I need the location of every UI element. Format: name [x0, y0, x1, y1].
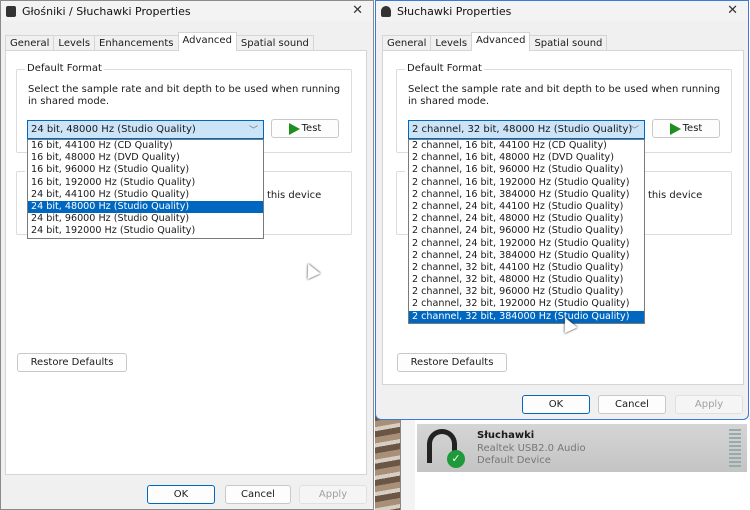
dropdown-option[interactable]: 2 channel, 24 bit, 48000 Hz (Studio Qual… [409, 213, 644, 225]
dropdown-option[interactable]: 2 channel, 32 bit, 44100 Hz (Studio Qual… [409, 262, 644, 274]
device-row[interactable]: ✓ Słuchawki Realtek USB2.0 Audio Default… [417, 424, 747, 472]
desktop-wallpaper [375, 415, 400, 510]
dropdown-option[interactable]: 2 channel, 32 bit, 384000 Hz (Studio Qua… [409, 310, 644, 323]
dropdown-option[interactable]: 24 bit, 48000 Hz (Studio Quality) [28, 200, 263, 214]
dropdown-option[interactable]: 16 bit, 96000 Hz (Studio Quality) [28, 164, 263, 176]
dropdown-option[interactable]: 2 channel, 24 bit, 192000 Hz (Studio Qua… [409, 238, 644, 250]
dropdown-option[interactable]: 16 bit, 44100 Hz (CD Quality) [28, 140, 263, 152]
window-title: Głośniki / Słuchawki Properties [22, 4, 191, 18]
dropdown-option[interactable]: 2 channel, 24 bit, 384000 Hz (Studio Qua… [409, 250, 644, 262]
dropdown-option[interactable]: 2 channel, 16 bit, 384000 Hz (Studio Qua… [409, 189, 644, 201]
dropdown-option[interactable]: 24 bit, 44100 Hz (Studio Quality) [28, 189, 263, 201]
format-description: Select the sample rate and bit depth to … [28, 84, 341, 107]
dropdown-option[interactable]: 2 channel, 32 bit, 192000 Hz (Studio Qua… [409, 298, 644, 310]
dropdown-option[interactable]: 2 channel, 16 bit, 96000 Hz (Studio Qual… [409, 164, 644, 176]
volume-meter [729, 429, 741, 467]
dropdown-option[interactable]: 24 bit, 192000 Hz (Studio Quality) [28, 225, 263, 237]
speaker-icon [6, 5, 16, 17]
exclusive-text-partial: this device [267, 190, 322, 201]
restore-defaults-button[interactable]: Restore Defaults [397, 353, 507, 372]
window-title: Słuchawki Properties [397, 4, 512, 18]
cancel-button[interactable]: Cancel [225, 485, 291, 504]
device-driver: Realtek USB2.0 Audio [477, 443, 586, 454]
dropdown-option[interactable]: 2 channel, 16 bit, 48000 Hz (DVD Quality… [409, 152, 644, 164]
tab-bar: General Levels Advanced Spatial sound [382, 32, 608, 51]
tab-bar: General Levels Enhancements Advanced Spa… [5, 32, 314, 51]
format-dropdown-list: 16 bit, 44100 Hz (CD Quality) 16 bit, 480… [27, 139, 264, 239]
tab-general[interactable]: General [5, 35, 55, 51]
close-icon[interactable]: ✕ [352, 3, 363, 18]
left-properties-window: Głośniki / Słuchawki Properties ✕ Genera… [0, 0, 374, 510]
tab-general[interactable]: General [382, 35, 432, 51]
dropdown-option[interactable]: 2 channel, 32 bit, 48000 Hz (Studio Qual… [409, 274, 644, 286]
tab-advanced[interactable]: Advanced [177, 32, 237, 51]
check-badge-icon: ✓ [447, 450, 465, 468]
group-title: Default Format [25, 63, 104, 74]
combo-value: 24 bit, 48000 Hz (Studio Quality) [31, 124, 196, 135]
dropdown-option[interactable]: 24 bit, 96000 Hz (Studio Quality) [28, 213, 263, 225]
dropdown-option[interactable]: 2 channel, 16 bit, 44100 Hz (CD Quality) [409, 140, 644, 152]
headphones-icon [381, 5, 391, 17]
tab-levels[interactable]: Levels [53, 35, 96, 51]
format-dropdown-list: 2 channel, 16 bit, 44100 Hz (CD Quality)… [408, 139, 645, 324]
cancel-button[interactable]: Cancel [598, 395, 666, 414]
apply-button[interactable]: Apply [299, 485, 367, 504]
chevron-down-icon: ﹀ [248, 126, 258, 136]
group-title: Default Format [405, 63, 484, 74]
dropdown-option[interactable]: 2 channel, 24 bit, 96000 Hz (Studio Qual… [409, 225, 644, 237]
chevron-down-icon: ﹀ [629, 126, 639, 136]
dropdown-option[interactable]: 2 channel, 32 bit, 96000 Hz (Studio Qual… [409, 286, 644, 298]
device-name: Słuchawki [477, 430, 535, 441]
close-icon[interactable]: ✕ [727, 3, 738, 18]
test-button[interactable]: Test [271, 119, 339, 138]
test-button[interactable]: Test [652, 119, 720, 138]
tab-levels[interactable]: Levels [430, 35, 473, 51]
tab-advanced[interactable]: Advanced [471, 32, 531, 51]
right-properties-window: Słuchawki Properties ✕ General Levels Ad… [375, 0, 749, 420]
title-bar: Słuchawki Properties ✕ [376, 1, 748, 21]
ok-button[interactable]: OK [147, 485, 215, 504]
combo-value: 2 channel, 32 bit, 48000 Hz (Studio Qual… [412, 124, 633, 135]
format-combo[interactable]: 24 bit, 48000 Hz (Studio Quality) ﹀ [27, 120, 264, 139]
dropdown-option[interactable]: 16 bit, 192000 Hz (Studio Quality) [28, 177, 263, 189]
test-label: Test [301, 123, 322, 134]
exclusive-text-partial: this device [648, 190, 703, 201]
tab-enhancements[interactable]: Enhancements [94, 35, 179, 51]
test-label: Test [682, 123, 703, 134]
title-bar: Głośniki / Słuchawki Properties ✕ [1, 1, 373, 21]
play-icon [669, 122, 681, 135]
format-combo[interactable]: 2 channel, 32 bit, 48000 Hz (Studio Qual… [408, 120, 645, 139]
ok-button[interactable]: OK [522, 395, 590, 414]
dropdown-option[interactable]: 2 channel, 16 bit, 192000 Hz (Studio Qua… [409, 177, 644, 189]
tab-spatial-sound[interactable]: Spatial sound [235, 35, 314, 51]
restore-defaults-button[interactable]: Restore Defaults [17, 353, 127, 372]
play-icon [288, 122, 300, 135]
tab-spatial-sound[interactable]: Spatial sound [529, 35, 608, 51]
apply-button[interactable]: Apply [675, 395, 743, 414]
dropdown-option[interactable]: 2 channel, 24 bit, 44100 Hz (Studio Qual… [409, 201, 644, 213]
format-description: Select the sample rate and bit depth to … [408, 84, 721, 107]
device-status: Default Device [477, 455, 551, 466]
dropdown-option[interactable]: 16 bit, 48000 Hz (DVD Quality) [28, 152, 263, 164]
